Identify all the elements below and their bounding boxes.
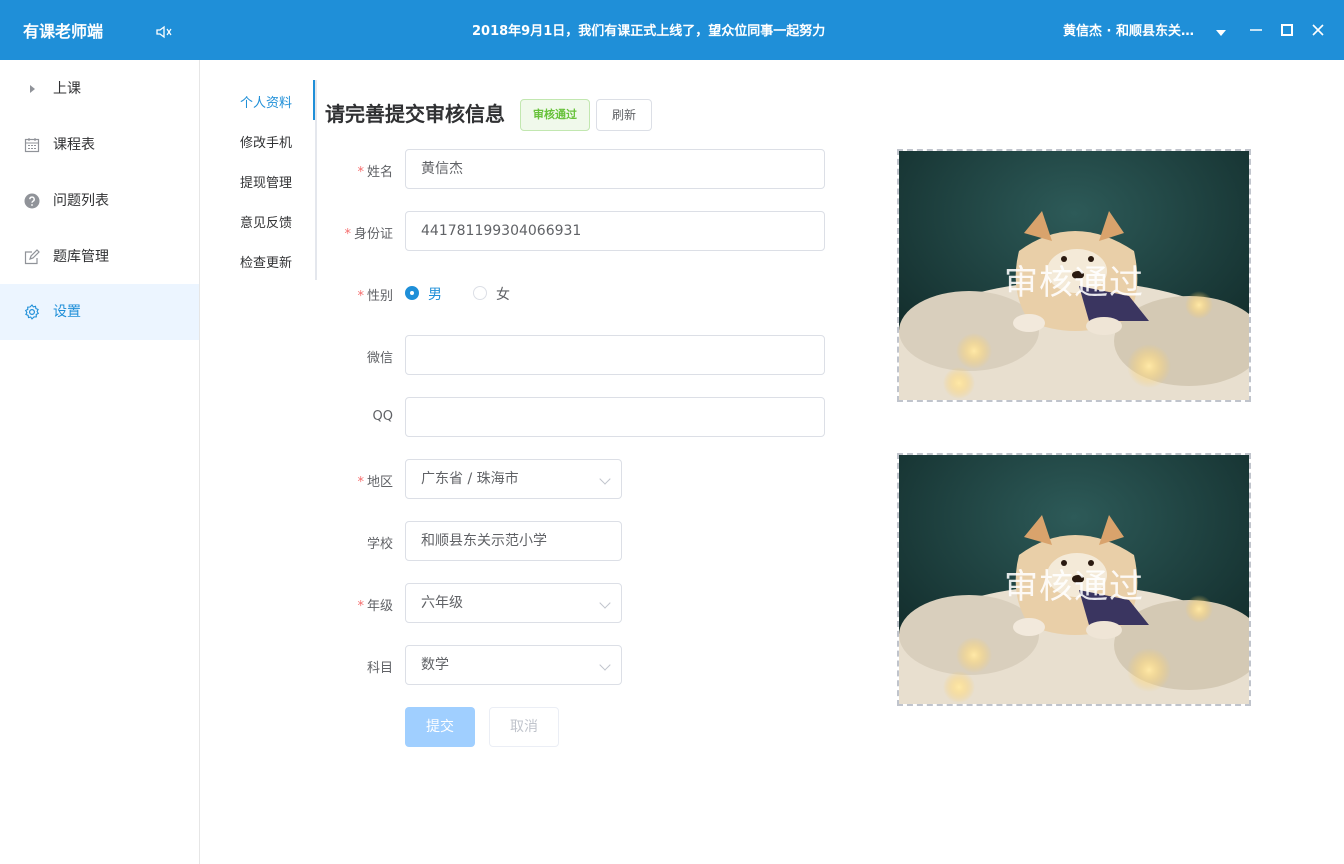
qq-field[interactable] (405, 397, 825, 437)
id-card-field[interactable]: 441781199304066931 (405, 211, 825, 251)
region-select[interactable]: 广东省 / 珠海市 (405, 459, 622, 499)
school-label: 学校 (366, 537, 393, 552)
question-icon (24, 193, 40, 209)
required-mark: * (357, 599, 364, 614)
radio-dot (473, 286, 487, 300)
sidebar-item-question-bank[interactable]: 题库管理 (0, 229, 199, 285)
status-badge: 审核通过 (520, 99, 590, 131)
gear-icon (24, 304, 40, 320)
label-text: 姓名 (366, 165, 393, 180)
sidebar-item-label: 设置 (53, 304, 81, 320)
name-label: * 姓名 (313, 161, 393, 180)
maximize-icon[interactable] (1279, 22, 1295, 38)
tab-check-update[interactable]: 检查更新 (240, 252, 292, 271)
qq-label: QQ (372, 409, 393, 424)
sidebar: 上课 课程表 问题列表 题库管理 设置 (0, 60, 200, 864)
announcement-marquee: 2018年9月1日，我们有课正式上线了，望众位同事一起努力 (472, 24, 826, 39)
region-value: 广东省 / 珠海市 (421, 471, 519, 487)
cancel-button[interactable]: 取消 (489, 707, 559, 747)
label-text: 地区 (366, 475, 393, 490)
tab-feedback[interactable]: 意见反馈 (240, 212, 292, 231)
chevron-down-icon (599, 659, 611, 671)
label-text: 年级 (366, 599, 393, 614)
play-icon (30, 85, 35, 93)
minimize-icon[interactable] (1248, 22, 1264, 38)
chevron-down-icon (599, 473, 611, 485)
calendar-icon (24, 138, 40, 153)
tab-profile[interactable]: 个人资料 (240, 92, 292, 111)
sidebar-item-label: 上课 (53, 81, 81, 97)
app-title: 有课老师端 (23, 22, 104, 41)
user-name[interactable]: 黄信杰 · 和顺县东关示范小学 (1063, 0, 1205, 64)
submenu-active-indicator (313, 80, 315, 120)
tab-change-phone[interactable]: 修改手机 (240, 132, 292, 151)
approved-watermark: 审核通过 (1004, 567, 1144, 607)
id-photo-back[interactable]: 审核通过 (897, 453, 1251, 706)
grade-select[interactable]: 六年级 (405, 583, 622, 623)
radio-label: 女 (496, 287, 510, 303)
chevron-down-icon (599, 597, 611, 609)
sidebar-item-label: 题库管理 (53, 249, 109, 265)
approved-watermark: 审核通过 (1004, 263, 1144, 303)
sidebar-item-settings[interactable]: 设置 (0, 284, 199, 340)
submit-button[interactable]: 提交 (405, 707, 475, 747)
refresh-button[interactable]: 刷新 (596, 99, 652, 131)
required-mark: * (344, 227, 351, 242)
title-bar: 有课老师端 2018年9月1日，我们有课正式上线了，望众位同事一起努力 黄信杰 … (0, 0, 1344, 60)
sidebar-item-class[interactable]: 上课 (0, 61, 199, 117)
required-mark: * (357, 165, 364, 180)
label-text: 身份证 (353, 227, 393, 242)
name-field[interactable]: 黄信杰 (405, 149, 825, 189)
id-photo-front[interactable]: 审核通过 (897, 149, 1251, 402)
school-field[interactable]: 和顺县东关示范小学 (405, 521, 622, 561)
required-mark: * (357, 475, 364, 490)
sidebar-item-questions[interactable]: 问题列表 (0, 173, 199, 229)
gender-label: * 性别 (313, 285, 393, 304)
wechat-field[interactable] (405, 335, 825, 375)
grade-value: 六年级 (421, 595, 463, 611)
tab-withdrawal[interactable]: 提现管理 (240, 172, 292, 191)
caret-down-icon[interactable] (1216, 30, 1226, 36)
sidebar-item-label: 课程表 (53, 137, 95, 153)
page-title: 请完善提交审核信息 (325, 102, 505, 126)
sidebar-item-label: 问题列表 (53, 193, 109, 209)
subject-select[interactable]: 数学 (405, 645, 622, 685)
radio-label: 男 (428, 287, 442, 303)
close-icon[interactable] (1310, 22, 1326, 38)
required-mark: * (357, 289, 364, 304)
grade-label: * 年级 (313, 595, 393, 614)
label-text: 性别 (366, 289, 393, 304)
subject-value: 数学 (421, 657, 449, 673)
settings-submenu: 个人资料 修改手机 提现管理 意见反馈 检查更新 (225, 80, 317, 280)
speaker-icon[interactable] (156, 25, 172, 39)
region-label: * 地区 (313, 471, 393, 490)
id-card-label: * 身份证 (313, 223, 393, 242)
edit-icon (24, 249, 40, 265)
subject-label: 科目 (366, 661, 393, 676)
sidebar-item-schedule[interactable]: 课程表 (0, 117, 199, 173)
wechat-label: 微信 (366, 351, 393, 366)
radio-dot (405, 286, 419, 300)
